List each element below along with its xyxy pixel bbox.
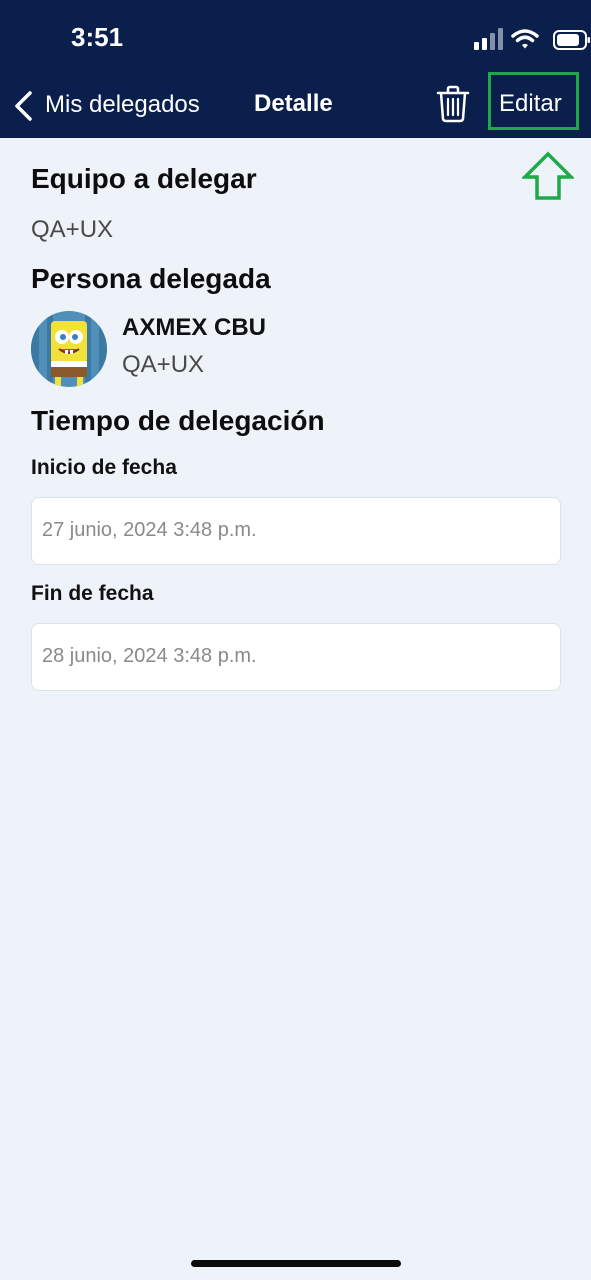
arrow-up-icon	[522, 151, 574, 200]
team-heading: Equipo a delegar	[31, 163, 257, 194]
avatar	[31, 311, 107, 387]
trash-icon[interactable]	[436, 85, 470, 123]
end-date-label: Fin de fecha	[31, 582, 154, 605]
person-team: QA+UX	[122, 351, 205, 378]
chevron-left-icon	[15, 91, 32, 121]
status-time: 3:51	[71, 22, 124, 52]
home-indicator[interactable]	[191, 1260, 401, 1267]
time-heading: Tiempo de delegación	[31, 405, 325, 436]
signal-icon	[474, 28, 503, 50]
back-button[interactable]: Mis delegados	[12, 86, 222, 126]
start-date-value: 27 junio, 2024 3:48 p.m.	[42, 519, 257, 541]
end-date-field[interactable]: 28 junio, 2024 3:48 p.m.	[31, 623, 561, 691]
wifi-icon	[511, 29, 539, 49]
end-date-value: 28 junio, 2024 3:48 p.m.	[42, 645, 257, 667]
person-name: AXMEX CBU	[122, 314, 267, 341]
start-date-field[interactable]: 27 junio, 2024 3:48 p.m.	[31, 497, 561, 565]
start-date-label: Inicio de fecha	[31, 456, 177, 479]
team-value: QA+UX	[31, 216, 114, 243]
person-heading: Persona delegada	[31, 263, 271, 294]
back-button-label: Mis delegados	[45, 91, 200, 118]
edit-button[interactable]: Editar	[499, 90, 562, 118]
battery-icon	[553, 30, 590, 50]
page-title: Detalle	[254, 90, 333, 117]
